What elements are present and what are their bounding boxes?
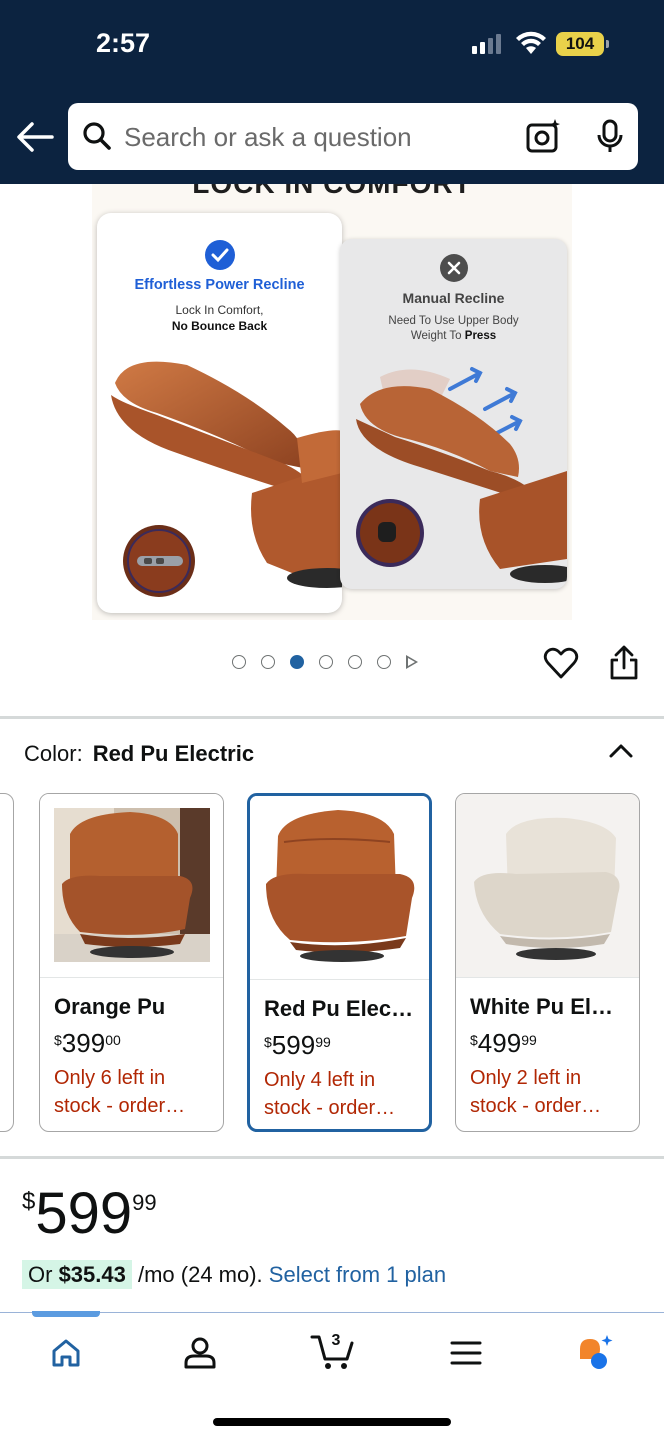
select-plan-link[interactable]: Select from 1 plan bbox=[269, 1262, 446, 1287]
reclined-chair-illustration bbox=[111, 361, 342, 597]
swatch-stock-status: Only 4 left in stock - order… bbox=[264, 1069, 396, 1119]
back-arrow-icon[interactable] bbox=[14, 116, 56, 158]
video-play-icon[interactable] bbox=[406, 655, 418, 669]
power-recline-card: Effortless Power Recline Lock In Comfort… bbox=[97, 213, 342, 613]
carousel-dot[interactable] bbox=[232, 655, 246, 669]
cellular-signal-icon bbox=[472, 34, 501, 54]
installment-offer: Or $35.43 /mo (24 mo). Select from 1 pla… bbox=[22, 1260, 446, 1289]
top-header: 2:57 104 bbox=[0, 0, 664, 184]
image-carousel-dots[interactable] bbox=[232, 655, 418, 669]
carousel-dot[interactable] bbox=[348, 655, 362, 669]
power-recline-line2: No Bounce Back bbox=[171, 319, 268, 333]
wishlist-heart-icon[interactable] bbox=[542, 644, 580, 682]
share-icon[interactable] bbox=[606, 644, 642, 682]
swatch-price: $49999 bbox=[470, 1028, 537, 1058]
swatch-name: Red Pu Elec… bbox=[264, 996, 414, 1021]
color-selection-label: Color: Red Pu Electric bbox=[24, 741, 255, 766]
manual-recline-card: Manual Recline Need To Use Upper Body We… bbox=[340, 239, 567, 589]
manual-recline-line1: Need To Use Upper Body bbox=[388, 315, 519, 327]
swatch-image bbox=[250, 796, 429, 980]
carousel-dot[interactable] bbox=[319, 655, 333, 669]
swatch-stock-status: Only 6 left in stock - order… bbox=[54, 1067, 186, 1117]
home-indicator[interactable] bbox=[213, 1418, 451, 1426]
status-time: 2:57 bbox=[96, 28, 151, 58]
home-icon[interactable] bbox=[46, 1333, 86, 1373]
product-page: 2:57 104 Search or ask a question Effort… bbox=[0, 0, 664, 1440]
color-swatch-white-pu-electric[interactable]: White Pu El… $49999 Only 2 left in stock… bbox=[455, 793, 640, 1132]
account-icon[interactable] bbox=[180, 1333, 220, 1373]
swatch-stock-status: Only 2 left in stock - order… bbox=[470, 1067, 602, 1117]
menu-icon[interactable] bbox=[446, 1333, 486, 1373]
microphone-icon[interactable] bbox=[595, 119, 625, 155]
selected-color-value: Red Pu Electric bbox=[92, 741, 255, 766]
hero-headline: LOCK IN COMFORT bbox=[92, 184, 572, 200]
active-tab-indicator bbox=[32, 1311, 100, 1317]
swatch-price: $59999 bbox=[264, 1030, 331, 1060]
carousel-dot[interactable] bbox=[377, 655, 391, 669]
cart-icon[interactable]: 3 bbox=[310, 1327, 356, 1373]
checkmark-icon bbox=[205, 240, 235, 270]
section-divider bbox=[0, 1156, 664, 1159]
rufus-icon[interactable] bbox=[574, 1333, 614, 1373]
product-price: $59999 bbox=[22, 1181, 157, 1246]
carousel-dot-active[interactable] bbox=[290, 655, 304, 669]
manual-recline-title: Manual Recline bbox=[402, 290, 505, 306]
carousel-dot[interactable] bbox=[261, 655, 275, 669]
swatch-price: $39900 bbox=[54, 1028, 121, 1058]
chevron-up-icon[interactable] bbox=[606, 736, 636, 766]
swatch-name: Orange Pu bbox=[54, 994, 166, 1019]
cart-count: 3 bbox=[332, 1332, 341, 1349]
color-swatch-red-pu-electric[interactable]: Red Pu Elec… $59999 Only 4 left in stock… bbox=[247, 793, 432, 1132]
camera-search-icon[interactable] bbox=[524, 117, 562, 155]
wifi-icon bbox=[516, 31, 546, 54]
swatch-image bbox=[40, 794, 223, 978]
search-input[interactable] bbox=[124, 115, 514, 159]
color-swatch-orange-pu[interactable]: Orange Pu $39900 Only 6 left in stock - … bbox=[39, 793, 224, 1132]
swatch-name: White Pu El… bbox=[470, 994, 613, 1019]
manual-chair-illustration bbox=[356, 367, 567, 583]
power-recline-line1: Lock In Comfort, bbox=[175, 303, 264, 317]
swatch-image bbox=[456, 794, 639, 978]
search-bar[interactable] bbox=[68, 103, 638, 170]
section-divider bbox=[0, 716, 664, 719]
color-swatch-partial[interactable] bbox=[0, 793, 14, 1132]
product-image[interactable]: LOCK IN COMFORT Effortless Power Recline… bbox=[92, 184, 572, 620]
search-icon bbox=[83, 122, 111, 150]
power-recline-title: Effortless Power Recline bbox=[134, 277, 305, 293]
monthly-payment-highlight: Or $35.43 bbox=[22, 1260, 132, 1289]
cross-icon bbox=[440, 254, 468, 282]
battery-indicator: 104 bbox=[556, 32, 609, 56]
manual-recline-line2: Weight To Press bbox=[410, 330, 497, 342]
